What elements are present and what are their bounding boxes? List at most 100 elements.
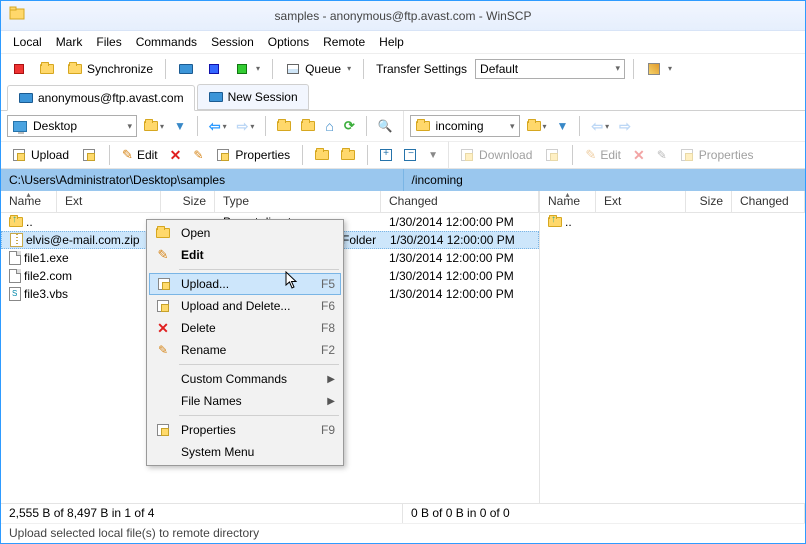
refresh-button[interactable]: ⟳ — [341, 117, 358, 135]
console-button[interactable] — [174, 59, 198, 79]
col-name[interactable]: ▴Name — [540, 191, 596, 212]
menu-options[interactable]: Options — [262, 33, 315, 51]
parent-dir-button[interactable] — [274, 120, 294, 132]
dirbar-row: Desktop ▾ ▼ ⇦▾ ⇨▾ ⌂ ⟳ 🔍 incoming ▾ ▼ ⇦▾ … — [1, 111, 805, 141]
cm-rename[interactable]: ✎RenameF2 — [149, 339, 341, 361]
desktop-icon — [12, 118, 28, 134]
properties-button[interactable]: Properties — [211, 145, 294, 165]
synchronize-button[interactable]: Synchronize — [63, 59, 157, 79]
remote-actionbar: Download ✎Edit ✕ ✎ Properties — [448, 141, 805, 169]
new-file-button[interactable] — [337, 148, 359, 162]
file-row-parent[interactable]: .. — [540, 213, 805, 231]
filter-button[interactable]: ▼ — [554, 118, 572, 134]
col-size[interactable]: Size — [686, 191, 732, 212]
back-button[interactable]: ⇦▾ — [588, 117, 612, 136]
local-path: C:\Users\Administrator\Desktop\samples — [1, 169, 403, 191]
new-folder-button[interactable] — [311, 148, 333, 162]
cm-system-menu[interactable]: System Menu — [149, 441, 341, 463]
edit-button[interactable]: ✎Edit — [118, 145, 162, 165]
local-status: 2,555 B of 8,497 B in 1 of 4 — [1, 504, 403, 523]
unselect-all-button[interactable] — [400, 147, 420, 163]
menu-session[interactable]: Session — [205, 33, 260, 51]
separator — [633, 59, 634, 79]
col-name[interactable]: ▴Name — [1, 191, 57, 212]
file-icon — [9, 269, 21, 283]
root-dir-button[interactable] — [298, 120, 318, 132]
menu-remote[interactable]: Remote — [317, 33, 371, 51]
remote-file-list[interactable]: .. — [540, 213, 805, 503]
upload-button[interactable]: Upload — [7, 145, 73, 165]
preferences-button[interactable]: ▾ — [642, 59, 676, 79]
cm-properties[interactable]: PropertiesF9 — [149, 419, 341, 441]
open-dir-button[interactable]: ▾ — [524, 120, 550, 132]
compare-button[interactable] — [7, 59, 31, 79]
cm-delete[interactable]: ✕DeleteF8 — [149, 317, 341, 339]
cm-edit[interactable]: ✎Edit — [149, 244, 341, 266]
find-button[interactable]: 🔍 — [375, 118, 396, 134]
col-changed[interactable]: Changed — [381, 191, 539, 212]
menu-commands[interactable]: Commands — [130, 33, 203, 51]
remote-pane: ▴Name Ext Size Changed .. — [540, 191, 805, 503]
properties-button[interactable]: Properties — [675, 145, 758, 165]
fwd-button[interactable]: ⇨ — [616, 117, 634, 136]
queue-button[interactable]: Queue ▾ — [281, 59, 355, 79]
remote-path: /incoming — [403, 169, 806, 191]
invert-button[interactable]: ▼ — [424, 148, 442, 163]
fwd-button[interactable]: ⇨▾ — [234, 117, 258, 136]
local-pane: ▴Name Ext Size Type Changed .. Parent di… — [1, 191, 540, 503]
col-type[interactable]: Type — [215, 191, 381, 212]
cm-open[interactable]: Open — [149, 222, 341, 244]
delete-button[interactable]: ✕ — [629, 145, 649, 166]
local-dir-combo[interactable]: Desktop — [7, 115, 137, 137]
transfer-settings-combo[interactable]: Default — [475, 59, 625, 79]
cm-custom-commands[interactable]: Custom Commands▶ — [149, 368, 341, 390]
remote-dirbar: incoming ▾ ▼ ⇦▾ ⇨ — [403, 111, 806, 141]
cm-upload-delete[interactable]: Upload and Delete...F6 — [149, 295, 341, 317]
edit-button[interactable]: ✎Edit — [581, 145, 625, 165]
col-size[interactable]: Size — [161, 191, 215, 212]
sync-browse-button[interactable] — [35, 59, 59, 79]
upload-queue-button[interactable] — [77, 145, 101, 165]
rename-button[interactable]: ✎ — [189, 146, 207, 164]
monitor-icon — [18, 90, 34, 106]
back-button[interactable]: ⇦▾ — [206, 117, 230, 136]
separator — [363, 59, 364, 79]
download-queue-button[interactable] — [540, 145, 564, 165]
commander-button[interactable] — [202, 59, 226, 79]
rename-button[interactable]: ✎ — [653, 146, 671, 164]
tab-session-active[interactable]: anonymous@ftp.avast.com — [7, 85, 195, 111]
transfer-settings-label: Transfer Settings — [372, 62, 471, 76]
menu-mark[interactable]: Mark — [50, 33, 89, 51]
local-file-list[interactable]: .. Parent directory 1/30/2014 12:00:00 P… — [1, 213, 539, 503]
main-toolbar: Synchronize ▾ Queue ▾ Transfer Settings … — [1, 53, 805, 83]
app-window: samples - anonymous@ftp.avast.com - WinS… — [0, 0, 806, 544]
home-button[interactable]: ⌂ — [322, 117, 336, 135]
exe-icon — [9, 251, 21, 265]
download-button[interactable]: Download — [455, 145, 536, 165]
folder-up-icon — [9, 217, 23, 227]
remote-headers: ▴Name Ext Size Changed — [540, 191, 805, 213]
actionbar-row: Upload ✎Edit ✕ ✎ Properties ▼ Download ✎… — [1, 141, 805, 169]
filter-button[interactable]: ▼ — [171, 118, 189, 134]
cm-file-names[interactable]: File Names▶ — [149, 390, 341, 412]
remote-dir-combo[interactable]: incoming — [410, 115, 520, 137]
col-ext[interactable]: Ext — [596, 191, 686, 212]
tab-new-session[interactable]: New Session — [197, 84, 309, 110]
menu-help[interactable]: Help — [373, 33, 410, 51]
panes: ▴Name Ext Size Type Changed .. Parent di… — [1, 191, 805, 503]
col-ext[interactable]: Ext — [57, 191, 161, 212]
select-all-button[interactable] — [376, 147, 396, 163]
hint-bar: Upload selected local file(s) to remote … — [1, 523, 805, 543]
separator — [165, 59, 166, 79]
delete-button[interactable]: ✕ — [166, 145, 186, 166]
col-changed[interactable]: Changed — [732, 191, 805, 212]
session-tab-label: anonymous@ftp.avast.com — [38, 91, 184, 105]
zip-icon — [10, 233, 23, 247]
open-dir-button[interactable]: ▾ — [141, 120, 167, 132]
menu-local[interactable]: Local — [7, 33, 48, 51]
session-tabs: anonymous@ftp.avast.com New Session — [1, 83, 805, 111]
menu-files[interactable]: Files — [90, 33, 127, 51]
vbs-icon — [9, 287, 21, 301]
cm-upload[interactable]: Upload...F5 — [149, 273, 341, 295]
explorer-button[interactable]: ▾ — [230, 59, 264, 79]
